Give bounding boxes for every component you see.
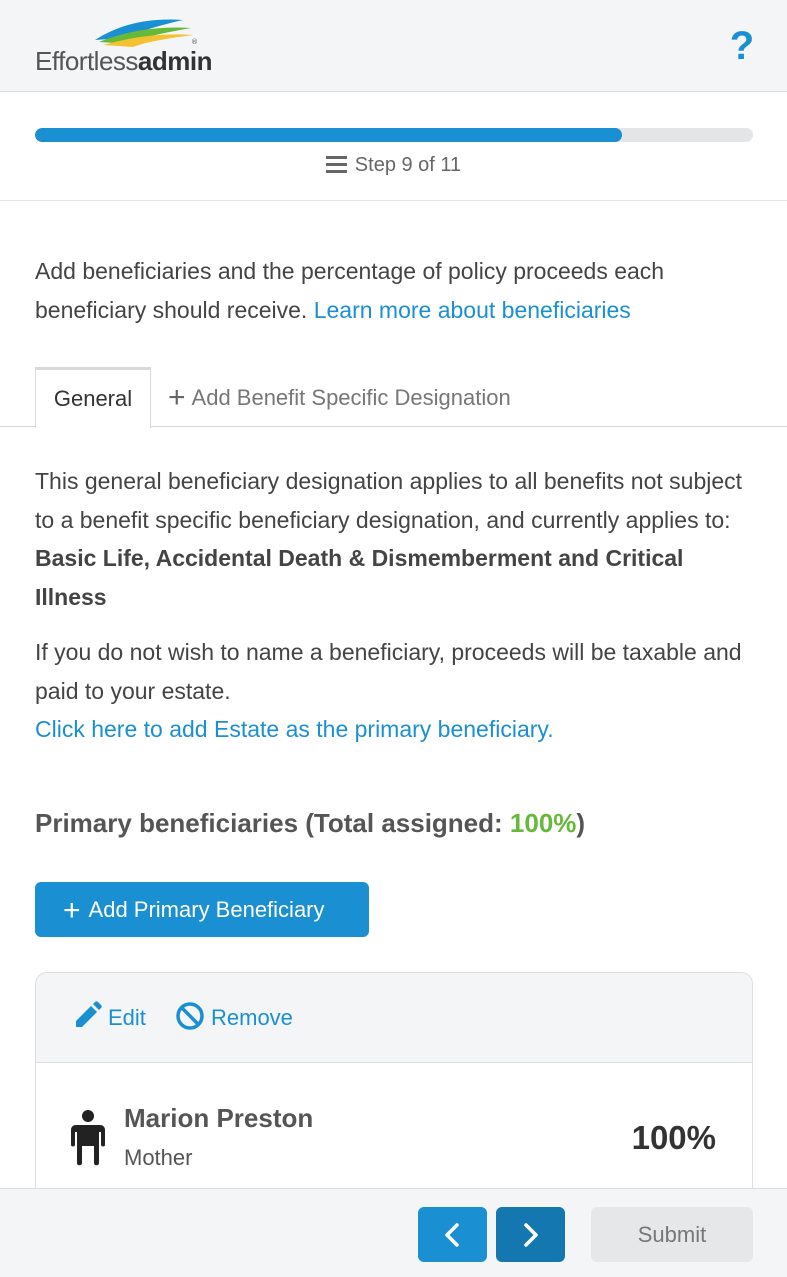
tab-add-benefit-specific-designation[interactable]: + Add Benefit Specific Designation — [168, 381, 511, 415]
logo-swoosh-icon: ® — [95, 19, 198, 47]
help-button[interactable]: ? — [722, 22, 762, 70]
edit-label: Edit — [108, 1005, 146, 1030]
learn-more-link[interactable]: Learn more about beneficiaries — [314, 297, 631, 323]
estate-section: If you do not wish to name a beneficiary… — [35, 633, 760, 749]
submit-button[interactable]: Submit — [591, 1207, 753, 1262]
menu-icon — [325, 156, 347, 173]
step-indicator[interactable]: Step 9 of 11 — [0, 154, 787, 177]
step-label-text: Step 9 of 11 — [354, 154, 462, 176]
edit-button[interactable]: Edit — [72, 1001, 146, 1035]
question-mark-icon: ? — [729, 24, 755, 68]
tab-general[interactable]: General — [35, 367, 151, 428]
total-assigned-value: 100% — [509, 808, 577, 838]
remove-label: Remove — [211, 1005, 293, 1030]
pencil-icon — [76, 1001, 102, 1027]
progress-bar — [35, 128, 753, 142]
person-icon — [71, 1110, 105, 1166]
app-header: ® Effortlessadmin ? — [0, 0, 787, 92]
add-estate-link[interactable]: Click here to add Estate as the primary … — [35, 710, 760, 749]
previous-step-button[interactable] — [418, 1207, 487, 1262]
svg-text:®: ® — [191, 38, 198, 46]
covered-benefits: Basic Life, Accidental Death & Dismember… — [35, 545, 684, 610]
plus-icon: + — [63, 894, 81, 927]
chevron-right-icon — [524, 1223, 538, 1247]
progress-fill — [35, 128, 623, 142]
effortlessadmin-logo: ® Effortlessadmin — [33, 16, 223, 76]
ban-icon — [176, 1002, 204, 1030]
chevron-left-icon — [445, 1223, 459, 1247]
next-step-button[interactable] — [496, 1207, 565, 1262]
primary-beneficiaries-heading: Primary beneficiaries (Total assigned: 1… — [35, 808, 585, 839]
intro-text: Add beneficiaries and the percentage of … — [35, 252, 755, 330]
remove-button[interactable]: Remove — [175, 1001, 293, 1035]
plus-icon: + — [168, 381, 186, 414]
logo-wordmark: Effortlessadmin — [35, 46, 212, 76]
footer-nav: Submit — [0, 1188, 787, 1277]
heading-suffix: ) — [576, 808, 586, 838]
heading-prefix: Primary beneficiaries (Total assigned: — [35, 808, 510, 838]
designation-tabs: General + Add Benefit Specific Designatio… — [0, 366, 787, 428]
beneficiary-name: Marion Preston — [124, 1103, 314, 1133]
designation-text: This general beneficiary designation app… — [35, 468, 743, 533]
progress-section: Step 9 of 11 — [0, 92, 787, 201]
beneficiary-percentage: 100% — [631, 1119, 716, 1156]
general-designation-description: This general beneficiary designation app… — [35, 462, 760, 616]
tab-add-label: Add Benefit Specific Designation — [191, 385, 511, 410]
estate-text: If you do not wish to name a beneficiary… — [35, 639, 742, 704]
add-primary-label: Add Primary Beneficiary — [88, 897, 325, 922]
beneficiary-relationship: Mother — [124, 1145, 193, 1170]
card-action-bar: Edit Remove — [36, 973, 752, 1063]
add-primary-beneficiary-button[interactable]: + Add Primary Beneficiary — [35, 882, 369, 937]
